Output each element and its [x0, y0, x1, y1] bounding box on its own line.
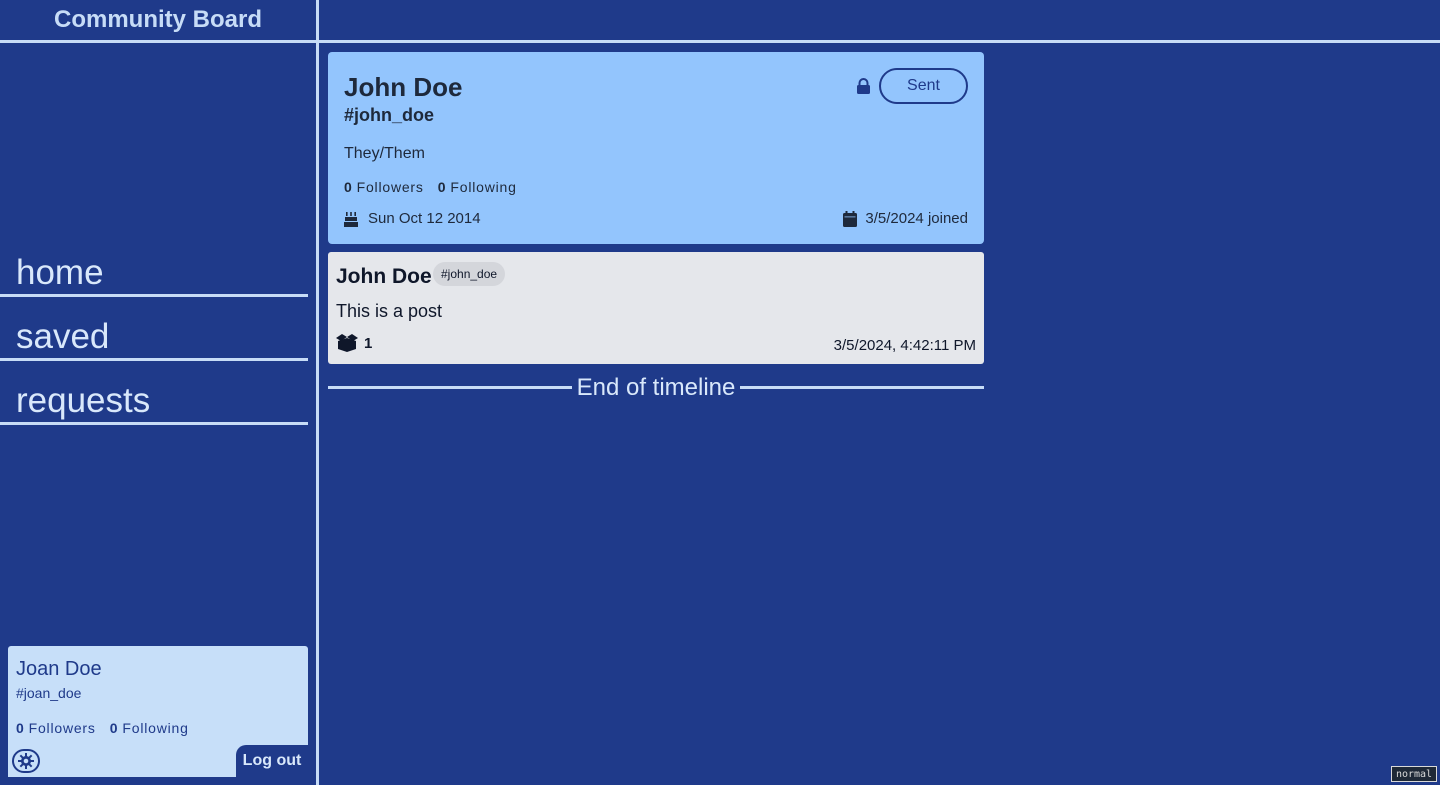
- current-user-card: Joan Doe #joan_doe 0 Followers 0 Following…: [8, 646, 308, 777]
- sidebar-divider: [316, 0, 319, 785]
- profile-stats: 0 Followers 0 Following: [344, 179, 517, 195]
- profile-joined: 3/5/2024 joined: [843, 210, 968, 227]
- joined-date: 3/5/2024: [865, 210, 924, 227]
- cake-icon: [344, 211, 358, 227]
- profile-pronouns: They/Them: [344, 145, 425, 162]
- followers-label: Followers: [28, 720, 96, 736]
- post-card[interactable]: John Doe #john_doe This is a post 1 3/5/…: [328, 252, 984, 364]
- profile-birthday: Sun Oct 12 2014: [344, 210, 481, 227]
- settings-button[interactable]: [12, 749, 40, 773]
- sidebar-item-label: home: [16, 253, 104, 292]
- follow-request-sent-button[interactable]: Sent: [879, 68, 968, 104]
- joined-label: joined: [927, 210, 968, 227]
- post-timestamp: 3/5/2024, 4:42:11 PM: [833, 337, 976, 354]
- following-count: 0: [109, 720, 119, 736]
- profile-card: John Doe #john_doe They/Them 0 Followers …: [328, 52, 984, 244]
- current-user-name: Joan Doe: [16, 658, 102, 680]
- current-user-handle: #joan_doe: [16, 685, 82, 701]
- gear-icon: [18, 753, 34, 769]
- reaction-count: 1: [364, 334, 373, 352]
- header-divider: [0, 40, 1440, 43]
- followers-label[interactable]: Followers: [357, 179, 424, 195]
- reaction-button[interactable]: 1: [336, 334, 372, 352]
- lock-icon: [857, 78, 870, 94]
- current-user-stats: 0 Followers 0 Following: [16, 720, 189, 736]
- sidebar-item-label: saved: [16, 317, 110, 356]
- end-of-timeline-rule-right: [740, 386, 984, 389]
- sidebar-nav: home saved requests: [0, 233, 308, 425]
- profile-handle: #john_doe: [344, 105, 435, 125]
- following-label: Following: [122, 720, 189, 736]
- following-label[interactable]: Following: [450, 179, 516, 195]
- box-icon: [336, 334, 358, 352]
- followers-count[interactable]: 0: [344, 179, 353, 195]
- app-title: Community Board: [53, 6, 262, 33]
- birthday-text: Sun Oct 12 2014: [368, 210, 481, 227]
- profile-name: John Doe: [344, 72, 463, 102]
- sidebar-item-home[interactable]: home: [0, 233, 308, 297]
- sidebar-item-label: requests: [16, 381, 151, 420]
- end-of-timeline-label: End of timeline: [576, 374, 736, 401]
- followers-count: 0: [16, 720, 25, 736]
- logout-button[interactable]: Log out: [236, 745, 308, 777]
- following-count[interactable]: 0: [438, 179, 447, 195]
- post-author[interactable]: John Doe: [336, 265, 432, 289]
- sidebar-item-requests[interactable]: requests: [0, 361, 308, 425]
- calendar-icon: [843, 210, 858, 227]
- post-author-handle[interactable]: #john_doe: [433, 262, 506, 286]
- post-body: This is a post: [336, 301, 443, 321]
- mode-indicator: normal: [1391, 766, 1437, 782]
- sidebar-item-saved[interactable]: saved: [0, 297, 308, 361]
- end-of-timeline-rule-left: [328, 386, 572, 389]
